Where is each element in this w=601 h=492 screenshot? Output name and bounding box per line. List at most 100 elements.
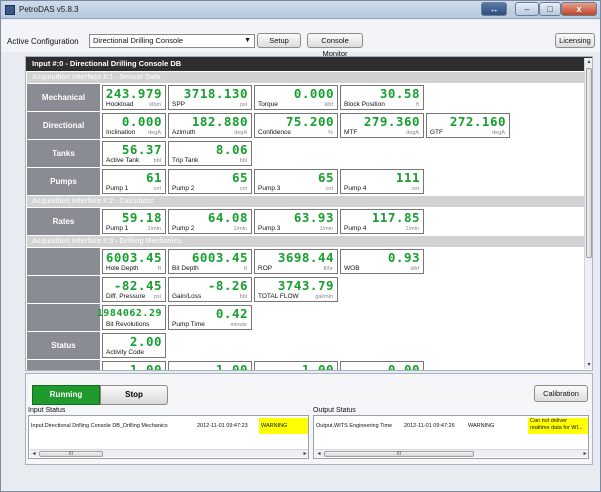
- cell-unit: minute: [230, 322, 247, 328]
- cell-value: 6003.45: [105, 250, 162, 265]
- row-label-rates: Rates: [27, 208, 100, 235]
- cell-value: 111: [395, 170, 420, 185]
- value-cell-pump-time: 0.42 Pump Time minute: [168, 305, 252, 330]
- status-source: Output.WITS Engineering Time: [316, 423, 393, 429]
- cell-unit: %: [328, 130, 333, 136]
- value-cell-rop: 3698.44 ROP ft/hr: [254, 249, 338, 274]
- cell-name: Pump Time: [172, 321, 205, 328]
- running-button[interactable]: Running: [32, 385, 100, 405]
- cell-unit: degA: [148, 130, 161, 136]
- swap-window-button[interactable]: ↔: [481, 2, 507, 16]
- status-time: 2012-11-01 09:47:23: [197, 423, 248, 429]
- cell-value: 272.160: [449, 114, 506, 129]
- cell-name: Confidence: [258, 129, 291, 136]
- value-cell-wob: 0.93 WOB klbf: [340, 249, 424, 274]
- licensing-button[interactable]: Licensing: [555, 33, 595, 48]
- row-label-tanks: Tanks: [27, 140, 100, 167]
- toolbar: Active Configuration Directional Drillin…: [1, 20, 600, 58]
- cell-unit: degA: [492, 130, 505, 136]
- cell-name: GTF: [430, 129, 443, 136]
- panel-title: Input #:0 - Directional Drilling Console…: [26, 57, 592, 71]
- setup-button[interactable]: Setup: [257, 33, 301, 48]
- value-cell-gain-loss: -8.26 Gain/Loss bbl: [168, 277, 252, 302]
- scroll-thumb[interactable]: III: [39, 451, 103, 457]
- cell-unit: 1/min: [233, 226, 247, 232]
- row-label-mechanical: Mechanical: [27, 84, 100, 111]
- control-panel: Running Stop Calibration Input Status Ou…: [25, 373, 593, 465]
- value-cell-diff-pressure: -82.45 Diff. Pressure psi: [102, 277, 166, 302]
- cell-unit: bbl: [239, 158, 247, 164]
- cell-value: 1.00: [215, 362, 248, 371]
- scroll-thumb[interactable]: [586, 68, 592, 258]
- input-status-hscroll[interactable]: ◂ III ▸: [30, 449, 308, 458]
- row-label-blank: [27, 360, 100, 370]
- list-item[interactable]: Output.WITS Engineering Time 2012-11-01 …: [314, 418, 588, 434]
- cell-value: 64.08: [207, 210, 248, 225]
- minimize-button[interactable]: –: [515, 2, 539, 16]
- value-cell-pump-4: 111 Pump 4 cnt: [340, 169, 424, 194]
- value-cell-hookload: 243.979 Hookload klbm: [102, 85, 166, 110]
- cell-unit: klbf: [324, 102, 333, 108]
- row-label-blank: [27, 248, 100, 275]
- row-label-status: Status: [27, 332, 100, 359]
- value-cell: 1.00: [254, 361, 338, 371]
- output-status-list[interactable]: Output.WITS Engineering Time 2012-11-01 …: [313, 415, 589, 459]
- scroll-thumb[interactable]: III: [324, 451, 474, 457]
- cell-unit: klbm: [149, 102, 161, 108]
- cell-value: 0.000: [121, 114, 162, 129]
- panel-vertical-scrollbar[interactable]: ▴ ▾: [584, 58, 592, 369]
- dropdown-arrow-icon: ▼: [244, 37, 251, 44]
- section-header: Acquisition interface #:1 - Sensor Data: [27, 72, 592, 83]
- input-status-title: Input Status: [28, 407, 66, 414]
- output-status-hscroll[interactable]: ◂ III ▸: [315, 449, 588, 458]
- close-button[interactable]: x: [561, 2, 597, 16]
- scroll-down-icon[interactable]: ▾: [585, 361, 593, 369]
- window-title: PetroDAS v5.8.3: [19, 5, 79, 14]
- status-source: Input.Directional Drilling Console DB_Dr…: [31, 423, 168, 429]
- input-status-list[interactable]: Input.Directional Drilling Console DB_Dr…: [28, 415, 309, 459]
- cell-value: 3718.130: [183, 86, 248, 101]
- cell-name: Bit Revolutions: [106, 321, 150, 328]
- cell-value: 3698.44: [277, 250, 334, 265]
- cell-name: MTF: [344, 129, 358, 136]
- cell-name: Hole Depth: [106, 265, 139, 272]
- cell-unit: bbl: [153, 158, 161, 164]
- cell-value: 8.06: [215, 142, 248, 157]
- section-header: Acquisition interface #:3 - Drilling Mec…: [27, 236, 592, 247]
- cell-value: 1.00: [301, 362, 334, 371]
- cell-unit: cnt: [153, 186, 161, 192]
- value-cell-torque: 0.000 Torque klbf: [254, 85, 338, 110]
- cell-unit: 1/min: [147, 226, 161, 232]
- scroll-right-icon[interactable]: ▸: [301, 450, 308, 458]
- row-label-directional: Directional: [27, 112, 100, 139]
- cell-name: Pump 2: [172, 225, 195, 232]
- cell-name: Pump 1: [106, 225, 129, 232]
- value-cell-trip-tank: 8.06 Trip Tank bbl: [168, 141, 252, 166]
- value-cell-pump-1: 61 Pump 1 cnt: [102, 169, 166, 194]
- cell-unit: klbf: [410, 266, 419, 272]
- cell-value: 30.58: [379, 86, 420, 101]
- value-cell-pump-3: 65 Pump 3 cnt: [254, 169, 338, 194]
- value-cell-total-flow: 3743.79 TOTAL FLOW gal/min: [254, 277, 338, 302]
- cell-unit: cnt: [239, 186, 247, 192]
- stop-button[interactable]: Stop: [100, 385, 168, 405]
- list-item[interactable]: Input.Directional Drilling Console DB_Dr…: [29, 418, 308, 434]
- section-header: Acquisition interface #:2 - Calculator: [27, 196, 592, 207]
- cell-value: 0.93: [387, 250, 420, 265]
- scroll-up-icon[interactable]: ▴: [585, 58, 593, 66]
- title-bar[interactable]: PetroDAS v5.8.3 ↔ – □ x: [1, 1, 600, 19]
- scroll-right-icon[interactable]: ▸: [581, 450, 588, 458]
- scroll-left-icon[interactable]: ◂: [30, 450, 38, 458]
- value-cell-bit-depth: 6003.45 Bit Depth ft: [168, 249, 252, 274]
- cell-value: 0.000: [293, 86, 334, 101]
- calibration-button[interactable]: Calibration: [534, 385, 588, 402]
- cell-unit: ft: [243, 266, 247, 272]
- maximize-button[interactable]: □: [539, 2, 561, 16]
- cell-name: WOB: [344, 265, 360, 272]
- config-select[interactable]: Directional Drilling Console ▼: [89, 34, 255, 48]
- cell-name: Torque: [258, 101, 278, 108]
- value-cell-block-position: 30.58 Block Position ft: [340, 85, 424, 110]
- cell-name: Pump 3: [258, 185, 281, 192]
- console-monitor-button[interactable]: Console Monitor: [307, 33, 363, 58]
- scroll-left-icon[interactable]: ◂: [315, 450, 323, 458]
